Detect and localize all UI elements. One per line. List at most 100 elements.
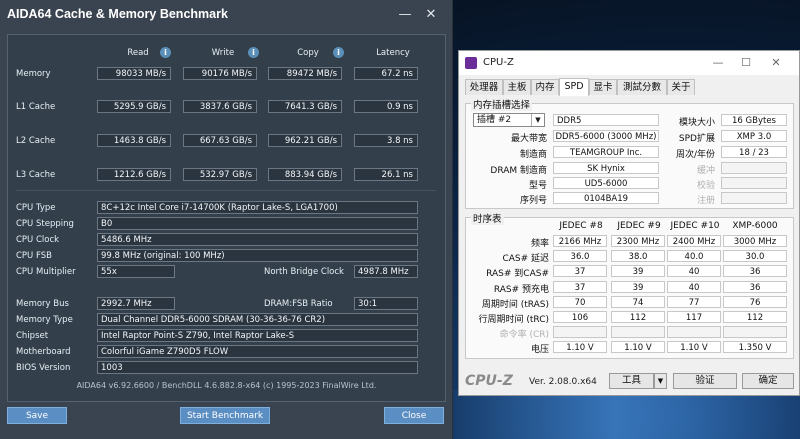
l2-write-value: 667.63 GB/s — [183, 134, 257, 147]
tab-about[interactable]: 关于 — [667, 79, 695, 95]
l1-read-value: 5295.9 GB/s — [97, 100, 171, 113]
correction-label: 校验 — [696, 181, 715, 191]
memory-latency-value: 67.2 ns — [354, 67, 418, 80]
header-latency: Latency — [376, 48, 410, 58]
l1-copy-value: 7641.3 GB/s — [268, 100, 342, 113]
validate-button[interactable]: 验证 — [673, 373, 737, 389]
info-icon-copy[interactable]: i — [333, 47, 344, 58]
chipset-value: Intel Raptor Point-S Z790, Intel Raptor … — [97, 329, 418, 342]
timing-cell: 106 — [553, 311, 607, 323]
close-button[interactable]: Close — [384, 407, 444, 424]
timing-cell: 36.0 — [553, 250, 607, 263]
slot-select-value: 插槽 #2 — [477, 115, 512, 125]
timing-header-jedec9: JEDEC #9 — [617, 221, 661, 231]
memory-type-value: DDR5 — [553, 114, 659, 126]
window-title: CPU-Z — [483, 57, 514, 68]
timing-cell: 36 — [723, 280, 787, 293]
tools-dropdown-button[interactable]: ▼ — [654, 373, 667, 389]
module-size-value: 16 GBytes — [721, 114, 787, 126]
timing-row-label: 频率 — [530, 239, 549, 249]
l3-write-value: 532.97 GB/s — [183, 168, 257, 181]
l3-read-value: 1212.6 GB/s — [97, 168, 171, 181]
bios-label: BIOS Version — [16, 363, 71, 373]
memory-write-value: 90176 MB/s — [183, 67, 257, 80]
timing-row-label: 命令率 (CR) — [499, 330, 549, 341]
info-icon-read[interactable]: i — [160, 47, 171, 58]
divider — [16, 190, 436, 191]
timing-cell: 112 — [611, 311, 665, 323]
memory-copy-value: 89472 MB/s — [268, 67, 342, 80]
timing-cell — [667, 326, 721, 339]
week-year-value: 18 / 23 — [721, 146, 787, 158]
cpuz-brand-logo: CPU-Z — [465, 373, 513, 389]
row-label-l2: L2 Cache — [16, 136, 56, 146]
info-icon-write[interactable]: i — [248, 47, 259, 58]
timing-row-label: 周期时间 (tRAS) — [481, 299, 549, 310]
timing-cell: 40 — [667, 265, 721, 278]
tools-button[interactable]: 工具 — [609, 373, 654, 389]
tab-bench[interactable]: 測試分數 — [617, 79, 667, 95]
start-benchmark-button[interactable]: Start Benchmark — [180, 407, 270, 424]
motherboard-label: Motherboard — [16, 347, 71, 357]
timing-cell: 2400 MHz — [667, 235, 721, 247]
tab-mainboard[interactable]: 主板 — [503, 79, 531, 95]
week-year-label: 周次/年份 — [675, 150, 715, 160]
slot-select[interactable]: 插槽 #2 ▼ — [473, 113, 545, 127]
tab-graphics[interactable]: 显卡 — [589, 79, 617, 95]
l1-write-value: 3837.6 GB/s — [183, 100, 257, 113]
timing-cell: 74 — [611, 295, 665, 308]
bios-value: 1003 — [97, 361, 418, 374]
l3-latency-value: 26.1 ns — [354, 168, 418, 181]
timing-cell: 37 — [553, 265, 607, 278]
timing-cell: 39 — [611, 265, 665, 278]
header-copy: Copy — [297, 48, 319, 58]
motherboard-value: Colorful iGame Z790D5 FLOW — [97, 345, 418, 358]
timing-cell: 76 — [723, 295, 787, 308]
spd-ext-value: XMP 3.0 — [721, 130, 787, 142]
timing-header-xmp: XMP-6000 — [732, 221, 778, 231]
tab-memory[interactable]: 内存 — [531, 79, 559, 95]
maximize-button[interactable]: ☐ — [735, 54, 757, 72]
cpuz-window: CPU-Z — ☐ ✕ 处理器 主板 内存 SPD 显卡 測試分數 关于 内存插… — [458, 50, 800, 396]
l3-copy-value: 883.94 GB/s — [268, 168, 342, 181]
cpu-clock-value: 5486.6 MHz — [97, 233, 418, 246]
l2-latency-value: 3.8 ns — [354, 134, 418, 147]
timing-cell: 1.10 V — [553, 341, 607, 354]
dram-manufacturer-value: SK Hynix — [553, 162, 659, 174]
timing-row-label: RAS# 预充电 — [493, 284, 549, 295]
tab-processor[interactable]: 处理器 — [465, 79, 503, 95]
cpuz-logo-icon — [465, 57, 477, 69]
cpu-type-label: CPU Type — [16, 203, 56, 213]
manufacturer-value: TEAMGROUP Inc. — [553, 146, 659, 158]
title-bar: CPU-Z — ☐ ✕ — [459, 51, 799, 75]
cpu-type-value: 8C+12c Intel Core i7-14700K (Raptor Lake… — [97, 201, 418, 214]
tab-spd[interactable]: SPD — [559, 78, 589, 96]
close-window-button[interactable]: ✕ — [421, 5, 441, 25]
minimize-button[interactable]: — — [395, 5, 415, 25]
save-button[interactable]: Save — [7, 407, 67, 424]
timing-cell: 3000 MHz — [723, 235, 787, 247]
timing-cell: 38.0 — [611, 250, 665, 263]
l2-read-value: 1463.8 GB/s — [97, 134, 171, 147]
copyright-footer: AIDA64 v6.92.6600 / BenchDLL 4.6.882.8-x… — [76, 381, 377, 390]
buffered-value — [721, 162, 787, 174]
part-number-value: UD5-6000 — [553, 177, 659, 189]
max-bandwidth-label: 最大带宽 — [510, 134, 547, 144]
cpu-clock-label: CPU Clock — [16, 235, 60, 245]
minimize-button[interactable]: — — [707, 54, 729, 72]
chevron-down-icon[interactable]: ▼ — [531, 114, 544, 126]
timings-group-title: 时序表 — [471, 211, 504, 225]
timing-header-jedec10: JEDEC #10 — [670, 221, 720, 231]
nb-clock-value: 4987.8 MHz — [354, 265, 418, 278]
ok-button[interactable]: 确定 — [742, 373, 794, 389]
correction-value — [721, 177, 787, 189]
timing-cell: 70 — [553, 295, 607, 308]
cpu-multiplier-label: CPU Multiplier — [16, 267, 76, 277]
slot-group-title: 内存插槽选择 — [471, 97, 533, 111]
timing-row-label: RAS# 到CAS# — [486, 269, 549, 280]
close-window-button[interactable]: ✕ — [765, 54, 787, 72]
cpu-multiplier-value: 55x — [97, 265, 175, 278]
cpu-stepping-label: CPU Stepping — [16, 219, 74, 229]
timing-cell: 2300 MHz — [611, 235, 665, 247]
timing-cell: 1.10 V — [667, 341, 721, 354]
